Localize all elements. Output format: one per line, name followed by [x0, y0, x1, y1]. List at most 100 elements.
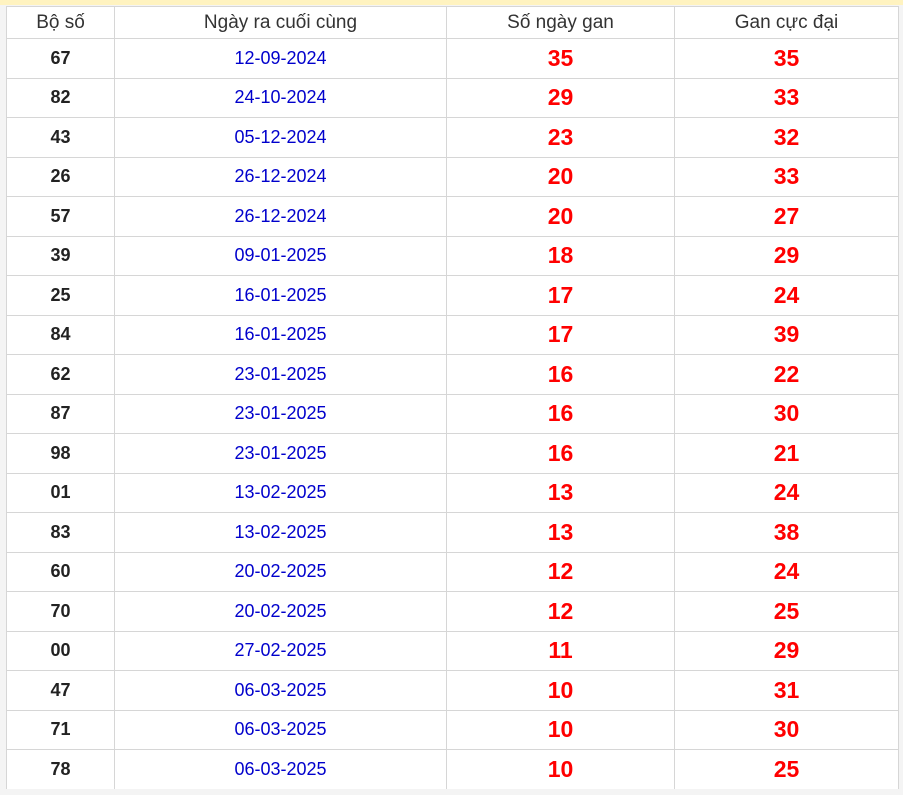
cell-number: 60 — [6, 551, 115, 592]
cell-max-gan: 35 — [674, 38, 899, 79]
cell-days-gan: 12 — [446, 591, 675, 632]
cell-days-gan: 18 — [446, 235, 675, 276]
table-row: 60 20-02-2025 12 24 — [6, 551, 899, 592]
cell-last-date: 06-03-2025 — [114, 749, 447, 790]
table-row: 83 13-02-2025 13 38 — [6, 512, 899, 553]
cell-number: 71 — [6, 709, 115, 750]
table-row: 01 13-02-2025 13 24 — [6, 472, 899, 513]
cell-days-gan: 13 — [446, 472, 675, 513]
cell-number: 78 — [6, 749, 115, 790]
table-row: 82 24-10-2024 29 33 — [6, 77, 899, 118]
cell-max-gan: 33 — [674, 156, 899, 197]
cell-last-date: 26-12-2024 — [114, 156, 447, 197]
cell-last-date: 16-01-2025 — [114, 275, 447, 316]
cell-max-gan: 21 — [674, 433, 899, 474]
cell-days-gan: 16 — [446, 354, 675, 395]
table-row: 98 23-01-2025 16 21 — [6, 433, 899, 474]
cell-last-date: 20-02-2025 — [114, 551, 447, 592]
cell-number: 25 — [6, 275, 115, 316]
table-row: 70 20-02-2025 12 25 — [6, 591, 899, 632]
cell-days-gan: 10 — [446, 670, 675, 711]
table-row: 71 06-03-2025 10 30 — [6, 709, 899, 750]
table-row: 26 26-12-2024 20 33 — [6, 156, 899, 197]
header-last-date: Ngày ra cuối cùng — [114, 6, 447, 39]
cell-max-gan: 27 — [674, 196, 899, 237]
table-row: 57 26-12-2024 20 27 — [6, 196, 899, 237]
cell-number: 47 — [6, 670, 115, 711]
cell-days-gan: 13 — [446, 512, 675, 553]
cell-max-gan: 32 — [674, 117, 899, 158]
cell-last-date: 23-01-2025 — [114, 393, 447, 434]
table-row: 47 06-03-2025 10 31 — [6, 670, 899, 711]
table-row: 39 09-01-2025 18 29 — [6, 235, 899, 276]
cell-days-gan: 17 — [446, 275, 675, 316]
cell-last-date: 16-01-2025 — [114, 314, 447, 355]
cell-last-date: 06-03-2025 — [114, 670, 447, 711]
cell-days-gan: 11 — [446, 630, 675, 671]
cell-max-gan: 25 — [674, 591, 899, 632]
cell-days-gan: 17 — [446, 314, 675, 355]
cell-max-gan: 38 — [674, 512, 899, 553]
cell-days-gan: 35 — [446, 38, 675, 79]
cell-number: 83 — [6, 512, 115, 553]
cell-max-gan: 24 — [674, 275, 899, 316]
cell-number: 01 — [6, 472, 115, 513]
table-row: 43 05-12-2024 23 32 — [6, 117, 899, 158]
header-days-gan: Số ngày gan — [446, 6, 675, 39]
table-header-row: Bộ số Ngày ra cuối cùng Số ngày gan Gan … — [6, 6, 899, 39]
gan-statistics-table: Bộ số Ngày ra cuối cùng Số ngày gan Gan … — [6, 6, 899, 790]
cell-max-gan: 29 — [674, 630, 899, 671]
cell-number: 82 — [6, 77, 115, 118]
table-row: 87 23-01-2025 16 30 — [6, 393, 899, 434]
cell-days-gan: 29 — [446, 77, 675, 118]
cell-last-date: 23-01-2025 — [114, 433, 447, 474]
cell-number: 39 — [6, 235, 115, 276]
cell-max-gan: 30 — [674, 709, 899, 750]
cell-days-gan: 16 — [446, 393, 675, 434]
table-row: 84 16-01-2025 17 39 — [6, 314, 899, 355]
cell-last-date: 13-02-2025 — [114, 512, 447, 553]
cell-max-gan: 24 — [674, 551, 899, 592]
cell-last-date: 27-02-2025 — [114, 630, 447, 671]
cell-max-gan: 31 — [674, 670, 899, 711]
cell-days-gan: 16 — [446, 433, 675, 474]
table-row: 67 12-09-2024 35 35 — [6, 38, 899, 79]
cell-last-date: 05-12-2024 — [114, 117, 447, 158]
cell-max-gan: 24 — [674, 472, 899, 513]
cell-days-gan: 23 — [446, 117, 675, 158]
header-max-gan: Gan cực đại — [674, 6, 899, 39]
cell-days-gan: 20 — [446, 196, 675, 237]
table-row: 00 27-02-2025 11 29 — [6, 630, 899, 671]
header-number: Bộ số — [6, 6, 115, 39]
cell-number: 43 — [6, 117, 115, 158]
cell-last-date: 06-03-2025 — [114, 709, 447, 750]
page-container: Bộ số Ngày ra cuối cùng Số ngày gan Gan … — [0, 0, 903, 795]
cell-number: 98 — [6, 433, 115, 474]
cell-last-date: 24-10-2024 — [114, 77, 447, 118]
table-row: 62 23-01-2025 16 22 — [6, 354, 899, 395]
table-row: 78 06-03-2025 10 25 — [6, 749, 899, 790]
top-accent-bar — [0, 0, 903, 5]
cell-days-gan: 20 — [446, 156, 675, 197]
cell-max-gan: 33 — [674, 77, 899, 118]
cell-number: 62 — [6, 354, 115, 395]
cell-number: 26 — [6, 156, 115, 197]
cell-number: 57 — [6, 196, 115, 237]
cell-max-gan: 30 — [674, 393, 899, 434]
bottom-margin — [0, 789, 903, 795]
cell-max-gan: 39 — [674, 314, 899, 355]
cell-last-date: 13-02-2025 — [114, 472, 447, 513]
cell-number: 67 — [6, 38, 115, 79]
cell-max-gan: 25 — [674, 749, 899, 790]
cell-days-gan: 12 — [446, 551, 675, 592]
cell-number: 00 — [6, 630, 115, 671]
table-row: 25 16-01-2025 17 24 — [6, 275, 899, 316]
cell-last-date: 12-09-2024 — [114, 38, 447, 79]
cell-last-date: 09-01-2025 — [114, 235, 447, 276]
cell-last-date: 23-01-2025 — [114, 354, 447, 395]
cell-last-date: 20-02-2025 — [114, 591, 447, 632]
cell-number: 87 — [6, 393, 115, 434]
cell-days-gan: 10 — [446, 709, 675, 750]
cell-days-gan: 10 — [446, 749, 675, 790]
cell-number: 84 — [6, 314, 115, 355]
